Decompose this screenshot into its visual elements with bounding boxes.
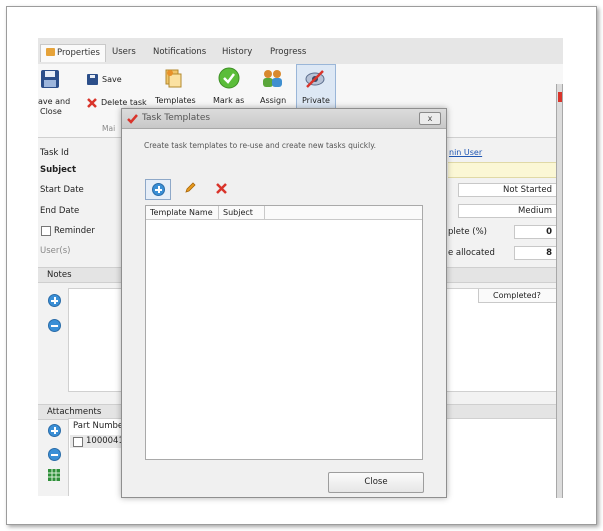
mark-complete-icon xyxy=(218,67,240,89)
delete-task-button[interactable]: Delete task xyxy=(101,98,147,107)
dialog-title-icon xyxy=(127,114,138,124)
admin-user-link[interactable]: nin User xyxy=(449,148,482,157)
subject-label: Subject xyxy=(40,165,77,175)
ribbon-tab-bar: Properties Users Notifications History P… xyxy=(38,38,563,65)
dialog-close-x-button[interactable]: x xyxy=(419,112,441,125)
part-number-column-header: Part Number xyxy=(73,421,127,431)
assign-button[interactable]: Assign xyxy=(260,96,286,105)
tab-history[interactable]: History xyxy=(222,47,252,57)
edit-template-pencil-icon[interactable] xyxy=(184,182,196,194)
task-id-label: Task Id xyxy=(40,148,69,158)
private-button[interactable]: Private xyxy=(302,96,330,105)
assign-users-icon xyxy=(263,70,282,87)
percent-complete-label: plete (%) xyxy=(448,227,487,237)
add-template-icon xyxy=(152,183,165,196)
reminder-label: Reminder xyxy=(54,226,95,236)
add-attachment-icon[interactable] xyxy=(48,424,61,437)
add-template-button[interactable] xyxy=(145,179,171,200)
templates-grid-header: Template Name Subject xyxy=(146,206,422,220)
completed-column-header[interactable]: Completed? xyxy=(478,289,563,303)
private-eye-icon xyxy=(305,70,325,88)
spreadsheet-icon[interactable] xyxy=(48,469,60,481)
delete-icon xyxy=(87,98,97,108)
properties-icon xyxy=(46,48,55,56)
add-note-icon[interactable] xyxy=(48,294,61,307)
mark-as-button[interactable]: Mark as xyxy=(213,96,244,105)
templates-icon xyxy=(165,69,182,88)
dialog-description: Create task templates to re-use and crea… xyxy=(144,141,376,150)
attachment-row-checkbox[interactable] xyxy=(73,437,83,447)
dialog-close-button[interactable]: Close xyxy=(328,472,424,493)
column-subject[interactable]: Subject xyxy=(223,208,253,217)
dialog-title-bar: Task Templates x xyxy=(122,109,446,129)
users-label: User(s) xyxy=(40,246,71,256)
time-allocated-label: e allocated xyxy=(448,248,495,258)
templates-button[interactable]: Templates xyxy=(155,96,196,105)
tab-users[interactable]: Users xyxy=(112,47,136,57)
dialog-title: Task Templates xyxy=(142,113,211,123)
remove-note-icon[interactable] xyxy=(48,319,61,332)
save-disk-icon[interactable] xyxy=(40,69,60,89)
background-window-close-icon xyxy=(558,92,562,102)
reminder-checkbox[interactable] xyxy=(41,226,51,236)
templates-grid[interactable]: Template Name Subject xyxy=(145,205,423,460)
save-icon xyxy=(87,74,98,85)
end-date-label: End Date xyxy=(40,206,80,216)
start-date-label: Start Date xyxy=(40,185,84,195)
background-window-edge xyxy=(556,84,563,498)
ribbon-group-label: Mai xyxy=(102,124,116,133)
column-template-name[interactable]: Template Name xyxy=(150,208,213,217)
tab-progress[interactable]: Progress xyxy=(270,47,306,57)
subject-field[interactable] xyxy=(448,162,563,178)
save-and-close-label-2[interactable]: Close xyxy=(40,107,62,116)
remove-attachment-icon[interactable] xyxy=(48,448,61,461)
column-separator xyxy=(218,206,219,219)
task-templates-dialog: Task Templates x Create task templates t… xyxy=(121,108,447,498)
priority-dropdown[interactable]: Medium xyxy=(458,204,563,218)
status-dropdown[interactable]: Not Started xyxy=(458,183,563,197)
tab-properties[interactable]: Properties xyxy=(40,44,106,62)
save-and-close-label-1[interactable]: ave and xyxy=(38,97,70,106)
column-separator xyxy=(264,206,265,219)
tab-notifications[interactable]: Notifications xyxy=(153,47,206,57)
save-button[interactable]: Save xyxy=(102,75,122,84)
delete-template-icon[interactable] xyxy=(216,183,227,194)
